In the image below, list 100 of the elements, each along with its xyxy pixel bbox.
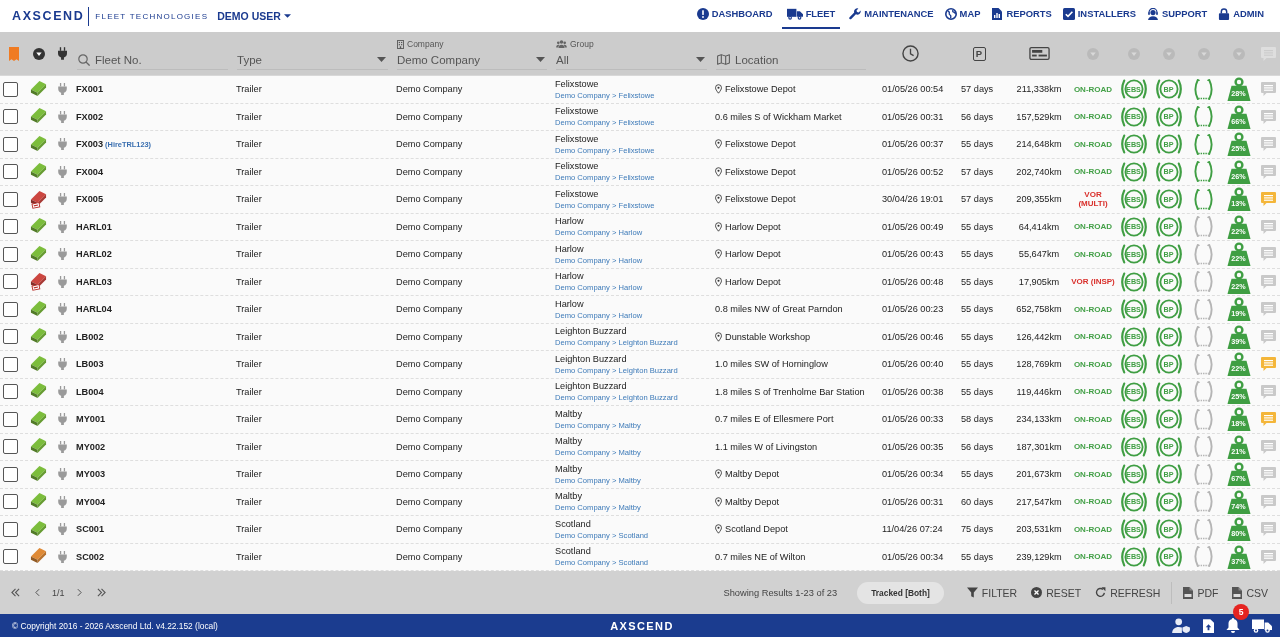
- last-report-time: 01/05/26 00:46: [882, 331, 944, 342]
- caret-circle-icon[interactable]: [32, 47, 45, 60]
- row-checkbox[interactable]: [3, 356, 18, 372]
- fleet-number[interactable]: HARL03: [76, 276, 112, 287]
- fleet-number[interactable]: MY004: [76, 496, 106, 507]
- row-checkbox[interactable]: [3, 411, 18, 427]
- odometer-reading: 64,414km: [1018, 221, 1060, 232]
- row-checkbox[interactable]: [3, 274, 18, 290]
- fleet-number[interactable]: FX004: [76, 166, 104, 177]
- nav-tab[interactable]: FLEET: [781, 0, 841, 29]
- fleet-number[interactable]: HARL02: [76, 249, 112, 260]
- nav-tab[interactable]: SUPPORT: [1144, 0, 1210, 29]
- group-select[interactable]: All: [556, 50, 707, 70]
- fleet-search-field[interactable]: Fleet No.: [77, 50, 228, 70]
- location-text: 0.6 miles S of Wickham Market: [715, 111, 842, 122]
- row-checkbox[interactable]: [3, 191, 18, 207]
- location-text: Maltby Depot: [725, 496, 780, 507]
- company-text: Demo Company: [396, 194, 463, 205]
- group-name: Felixstowe: [555, 133, 599, 145]
- nav-tab[interactable]: DASHBOARD: [694, 0, 775, 29]
- tracked-filter-button[interactable]: Tracked [Both]: [857, 581, 944, 604]
- row-checkbox[interactable]: [3, 219, 18, 235]
- row-checkbox[interactable]: [3, 164, 18, 180]
- days-count: 56 days: [961, 441, 994, 452]
- row-checkbox[interactable]: [3, 494, 18, 510]
- fleet-number[interactable]: MY002: [76, 441, 106, 452]
- user-shield-icon[interactable]: [1172, 618, 1191, 633]
- fleet-number[interactable]: FX002: [76, 111, 104, 122]
- row-checkbox[interactable]: [3, 136, 18, 152]
- row-checkbox[interactable]: [3, 466, 18, 482]
- fleet-number[interactable]: SC002: [76, 551, 105, 562]
- reset-button[interactable]: RESET: [1024, 582, 1089, 603]
- nav-tab[interactable]: ADMIN: [1216, 0, 1266, 29]
- truck-icon: [786, 7, 803, 20]
- fleet-number[interactable]: SC001: [76, 524, 105, 535]
- copyright-text: © Copyright 2016 - 2026 Axscend Ltd. v4.22.152 (local): [12, 620, 219, 631]
- type-text: Trailer: [236, 414, 262, 425]
- nav-tab[interactable]: REPORTS: [989, 0, 1054, 29]
- road-status: ON-ROAD: [1072, 222, 1114, 232]
- last-report-time: 01/05/26 00:37: [882, 139, 944, 150]
- refresh-button[interactable]: REFRESH: [1088, 582, 1168, 603]
- group-name: Harlow: [555, 271, 584, 283]
- days-count: 56 days: [961, 111, 994, 122]
- row-checkbox[interactable]: [3, 521, 18, 537]
- last-report-time: 01/05/26 00:40: [882, 359, 944, 370]
- road-status: ON-ROAD: [1072, 249, 1114, 259]
- row-checkbox[interactable]: [3, 301, 18, 317]
- last-report-time: 01/05/26 00:43: [882, 249, 944, 260]
- pdf-export-button[interactable]: PDF: [1176, 582, 1226, 603]
- road-status: ON-ROAD: [1072, 332, 1114, 342]
- row-checkbox[interactable]: [3, 549, 18, 565]
- user-menu[interactable]: DEMO USER: [217, 10, 291, 22]
- fleet-number[interactable]: HARL04: [76, 304, 112, 315]
- row-checkbox[interactable]: [3, 246, 18, 262]
- plug-icon[interactable]: [57, 47, 67, 60]
- row-checkbox[interactable]: [3, 384, 18, 400]
- company-text: Demo Company: [396, 249, 463, 260]
- fleet-number[interactable]: FX003: [76, 139, 104, 150]
- upload-file-icon[interactable]: [1203, 618, 1214, 633]
- nav-tab[interactable]: MAINTENANCE: [847, 0, 936, 29]
- company-logo: AXSCEND: [12, 9, 85, 23]
- last-report-time: 01/05/26 00:33: [882, 414, 944, 425]
- location-search-field[interactable]: Location: [716, 50, 866, 70]
- row-checkbox[interactable]: [3, 109, 18, 125]
- filter-button[interactable]: FILTER: [959, 582, 1025, 603]
- fleet-number[interactable]: LB002: [76, 331, 104, 342]
- fleet-number[interactable]: HARL01: [76, 221, 112, 232]
- type-text: Trailer: [236, 194, 262, 205]
- fleet-number[interactable]: MY001: [76, 414, 106, 425]
- nav-tab[interactable]: INSTALLERS: [1060, 0, 1138, 29]
- parking-header[interactable]: P: [972, 46, 986, 61]
- plug-icon: [57, 110, 67, 123]
- fleet-number[interactable]: LB004: [76, 386, 104, 397]
- row-checkbox[interactable]: [3, 439, 18, 455]
- days-count: 55 days: [961, 386, 994, 397]
- odometer-reading: 17,905km: [1018, 276, 1060, 287]
- company-label: Company: [407, 39, 444, 49]
- last-report-time: 01/05/26 00:31: [882, 496, 944, 507]
- row-checkbox[interactable]: [3, 329, 18, 345]
- row-checkbox[interactable]: [3, 81, 18, 97]
- group-name: Harlow: [555, 243, 584, 255]
- fleet-number[interactable]: FX001: [76, 84, 104, 95]
- type-text: Trailer: [236, 139, 262, 150]
- display-icon[interactable]: [1028, 47, 1050, 60]
- odometer-reading: 203,531km: [1016, 524, 1062, 535]
- nav-tab[interactable]: MAP: [942, 0, 983, 29]
- location-text: Scotland Depot: [725, 524, 788, 535]
- fleet-number[interactable]: FX005: [76, 194, 104, 205]
- csv-export-button[interactable]: CSV: [1225, 582, 1275, 603]
- truck-icon[interactable]: [1252, 618, 1272, 633]
- type-select[interactable]: Type: [237, 50, 388, 70]
- search-icon: [78, 54, 90, 66]
- days-count: 55 days: [961, 331, 994, 342]
- caret-icon: [377, 57, 386, 62]
- fleet-number[interactable]: LB003: [76, 359, 104, 370]
- fleet-number[interactable]: MY003: [76, 469, 106, 480]
- bell-icon[interactable]: [1226, 618, 1240, 633]
- company-text: Demo Company: [396, 331, 463, 342]
- company-select[interactable]: Demo Company: [397, 50, 547, 70]
- clock-icon[interactable]: [901, 45, 919, 62]
